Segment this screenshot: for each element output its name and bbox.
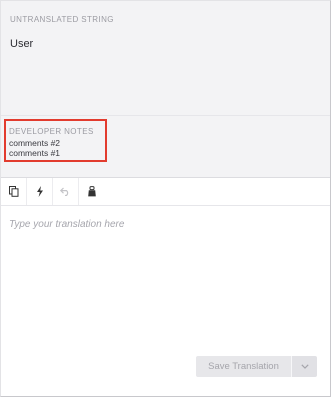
copy-source-button[interactable]: [1, 178, 27, 205]
undo-icon: [60, 187, 69, 196]
developer-notes-title: DEVELOPER NOTES: [9, 127, 94, 136]
untranslated-string-label: UNTRANSLATED STRING: [10, 15, 114, 24]
developer-note: comments #2: [9, 138, 61, 148]
translation-editor: UNTRANSLATED STRING User DEVELOPER NOTES…: [0, 0, 331, 397]
developer-note: comments #1: [9, 148, 61, 158]
undo-button[interactable]: [53, 178, 79, 205]
editor-toolbar: [1, 178, 330, 206]
glossary-icon: [88, 186, 96, 197]
lightning-icon: [36, 186, 43, 197]
machine-translate-button[interactable]: [27, 178, 53, 205]
notes-divider: [1, 115, 330, 116]
translation-input[interactable]: [9, 219, 321, 349]
glossary-button[interactable]: [79, 178, 105, 205]
save-button-group: Save Translation: [196, 356, 317, 377]
source-string: User: [10, 38, 34, 50]
source-panel: UNTRANSLATED STRING User DEVELOPER NOTES…: [1, 1, 330, 178]
chevron-down-icon: [300, 364, 309, 369]
save-options-dropdown[interactable]: [291, 356, 317, 377]
copy-icon: [8, 186, 18, 197]
save-translation-button[interactable]: Save Translation: [196, 356, 291, 377]
